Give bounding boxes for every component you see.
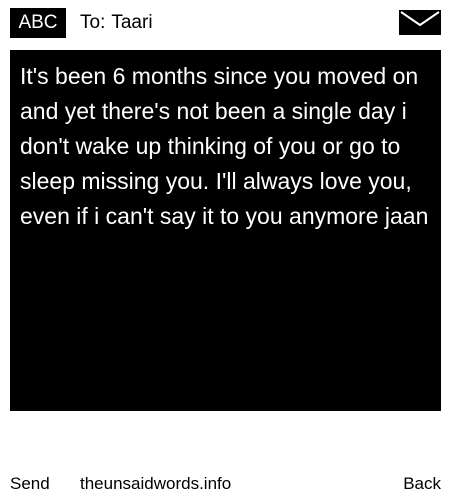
envelope-icon [399,10,441,35]
site-watermark: theunsaidwords.info [80,474,232,493]
back-button[interactable]: Back [403,470,441,498]
message-body[interactable]: It's been 6 months since you moved on an… [10,50,441,411]
input-mode-badge: ABC [10,8,66,38]
recipient-label: To: [80,12,106,33]
softkey-bar: Send theunsaidwords.info Back [0,470,450,498]
send-button[interactable]: Send [10,470,50,498]
recipient-field[interactable]: To: Taari [80,8,153,38]
recipient-name: Taari [111,12,153,33]
message-header: ABC To: Taari [0,0,450,46]
